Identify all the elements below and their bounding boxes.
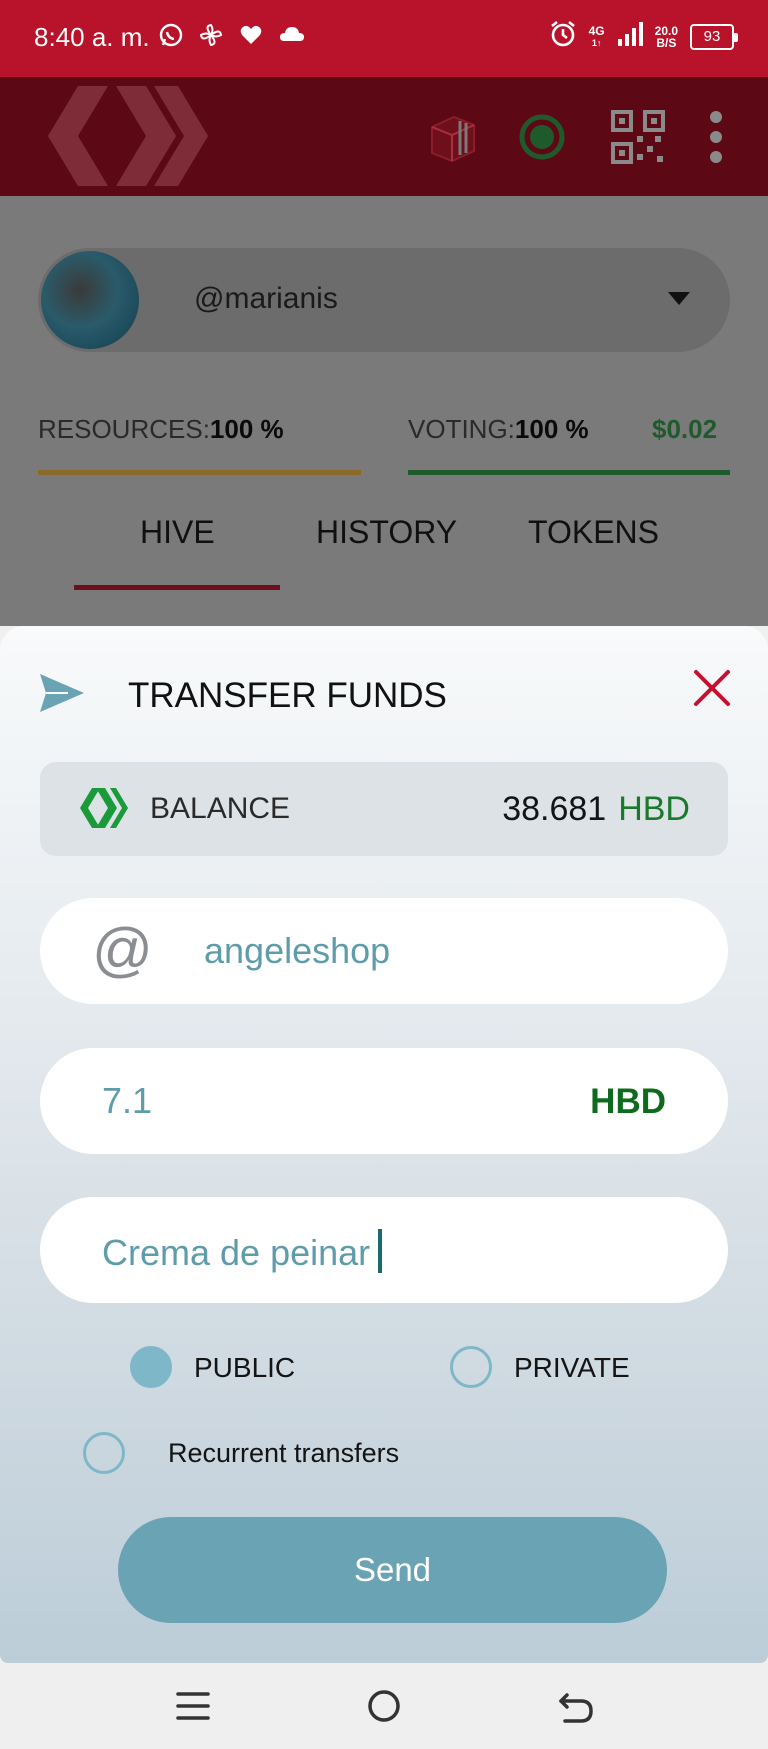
at-icon: @: [92, 916, 153, 983]
heart-icon: [238, 22, 264, 56]
recurrent-label[interactable]: Recurrent transfers: [168, 1438, 399, 1469]
network-type: 4G 1↑: [589, 25, 605, 49]
home-icon[interactable]: [363, 1685, 405, 1727]
hive-icon: [80, 788, 128, 828]
system-nav-bar: [0, 1663, 768, 1749]
battery-icon: 93: [690, 23, 738, 50]
app-header: [0, 77, 768, 196]
chevron-down-icon: [668, 292, 690, 305]
balance-amount: 38.681: [502, 790, 607, 828]
network-sub-label: 1↑: [591, 37, 602, 48]
public-label[interactable]: PUBLIC: [194, 1352, 295, 1384]
account-selector[interactable]: @marianis: [38, 248, 730, 352]
amount-input[interactable]: 7.1 HBD: [40, 1048, 728, 1154]
recurrent-radio[interactable]: [83, 1432, 125, 1474]
pinwheel-icon: [198, 22, 224, 56]
account-name: @marianis: [194, 282, 338, 315]
tab-tokens[interactable]: TOKENS: [528, 514, 659, 551]
voting-label: VOTING:: [408, 414, 515, 444]
tab-history[interactable]: HISTORY: [316, 514, 457, 551]
resources-bar: [38, 470, 361, 475]
more-vert-icon[interactable]: [700, 109, 756, 165]
cloud-icon: [278, 22, 306, 56]
private-label[interactable]: PRIVATE: [514, 1352, 630, 1384]
balance-currency: HBD: [618, 790, 690, 828]
back-icon[interactable]: [555, 1685, 597, 1727]
memo-value: Crema de peinar: [102, 1232, 371, 1273]
close-icon[interactable]: [690, 666, 734, 710]
currency-selector[interactable]: HBD: [590, 1082, 666, 1122]
data-speed: 20.0 B/S: [655, 25, 678, 49]
network-type-label: 4G: [588, 23, 605, 38]
wallet-tabs: HIVE HISTORY TOKENS: [0, 514, 768, 584]
amount-value[interactable]: 7.1: [102, 1080, 152, 1122]
status-time: 8:40 a. m.: [34, 22, 150, 52]
hive-logo: [48, 86, 208, 186]
signal-icon: [617, 21, 643, 52]
status-right: 4G 1↑ 20.0 B/S 93: [549, 20, 738, 53]
vote-value: $0.02: [652, 414, 718, 444]
speed-value: 20.0: [654, 23, 678, 38]
memo-input[interactable]: Crema de peinar: [40, 1197, 728, 1303]
modal-header: TRANSFER FUNDS: [0, 666, 768, 726]
avatar: [38, 248, 142, 352]
recipient-value[interactable]: angeleshop: [204, 930, 390, 972]
resources-value: 100 %: [209, 414, 284, 444]
qr-code-icon[interactable]: [610, 109, 666, 165]
voting-meter: VOTING:100 %: [408, 414, 589, 445]
menu-icon[interactable]: [172, 1685, 214, 1727]
text-cursor: [378, 1229, 383, 1273]
modal-title: TRANSFER FUNDS: [128, 676, 447, 715]
memo-field[interactable]: Crema de peinar: [102, 1229, 383, 1274]
notification-icons: [158, 22, 306, 56]
alarm-icon: [549, 20, 577, 53]
status-bar: 8:40 a. m. 4G 1↑ 20.0 B/S 93: [0, 0, 768, 77]
speed-unit: B/S: [656, 35, 677, 50]
battery-level: 93: [703, 27, 721, 45]
transfer-modal: TRANSFER FUNDS BALANCE 38.681 HBD @ angel…: [0, 626, 768, 1663]
public-radio[interactable]: [130, 1346, 172, 1388]
tab-hive[interactable]: HIVE: [140, 514, 215, 551]
send-icon: [40, 674, 84, 712]
whatsapp-icon: [158, 22, 184, 56]
cube-icon[interactable]: [424, 109, 480, 165]
resources-meter: RESOURCES:100 %: [38, 414, 284, 445]
balance-label: BALANCE: [150, 792, 291, 825]
voting-value: 100 %: [514, 414, 589, 444]
send-button[interactable]: Send: [118, 1517, 667, 1623]
wallet-background: @marianis RESOURCES:100 % VOTING:100 % $…: [0, 196, 768, 626]
active-tab-indicator: [74, 585, 280, 590]
voting-bar: [408, 470, 730, 475]
private-radio[interactable]: [450, 1346, 492, 1388]
recipient-input[interactable]: @ angeleshop: [40, 898, 728, 1004]
balance-box: BALANCE 38.681 HBD: [40, 762, 728, 856]
status-dot-icon[interactable]: [514, 109, 570, 165]
resources-label: RESOURCES:: [38, 414, 210, 444]
balance-value: 38.681 HBD: [502, 790, 690, 829]
